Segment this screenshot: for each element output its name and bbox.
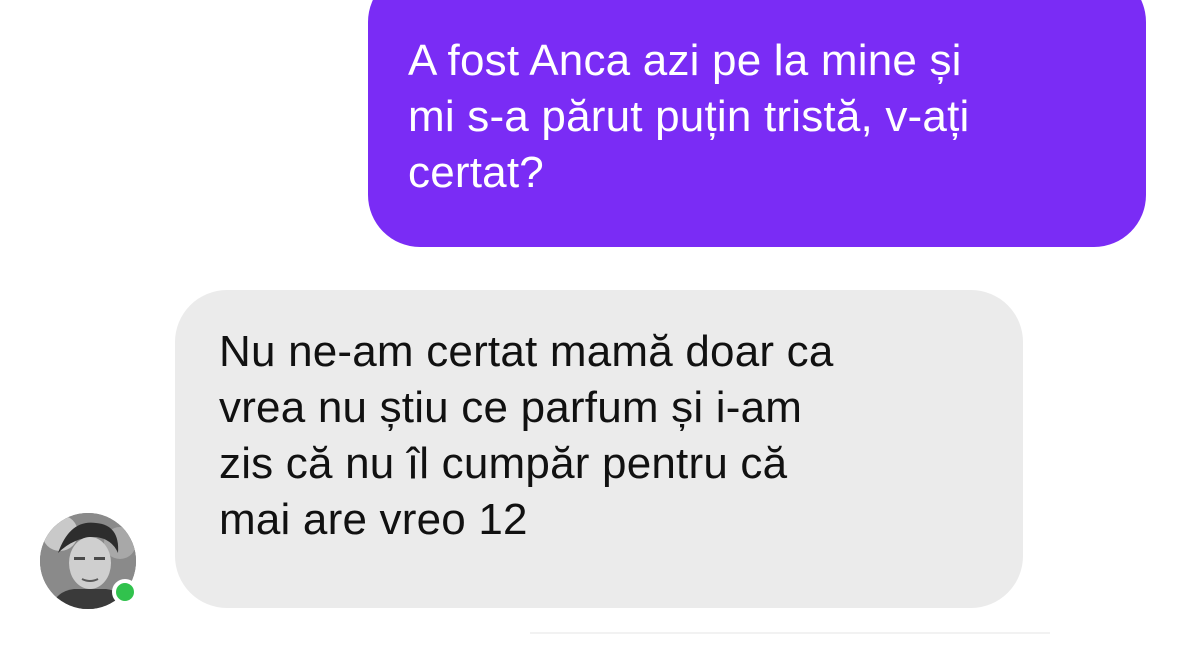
message-text-line: mi s-a părut puțin tristă, v-ați xyxy=(408,92,970,141)
message-text-line: mai are vreo 12 xyxy=(219,495,528,544)
divider xyxy=(530,632,1050,634)
incoming-message-bubble[interactable]: Nu ne-am certat mamă doar ca vrea nu ști… xyxy=(175,290,1023,608)
message-text-line: A fost Anca azi pe la mine și xyxy=(408,36,962,85)
message-text-line: vrea nu știu ce parfum și i-am xyxy=(219,383,803,432)
message-text-line: certat? xyxy=(408,148,544,197)
contact-avatar[interactable] xyxy=(40,513,138,609)
online-status-indicator xyxy=(112,579,138,605)
message-thread: A fost Anca azi pe la mine și mi s-a păr… xyxy=(0,0,1200,646)
message-text-line: zis că nu îl cumpăr pentru că xyxy=(219,439,788,488)
outgoing-message-bubble[interactable]: A fost Anca azi pe la mine și mi s-a păr… xyxy=(368,0,1146,247)
message-text-line: Nu ne-am certat mamă doar ca xyxy=(219,327,834,376)
